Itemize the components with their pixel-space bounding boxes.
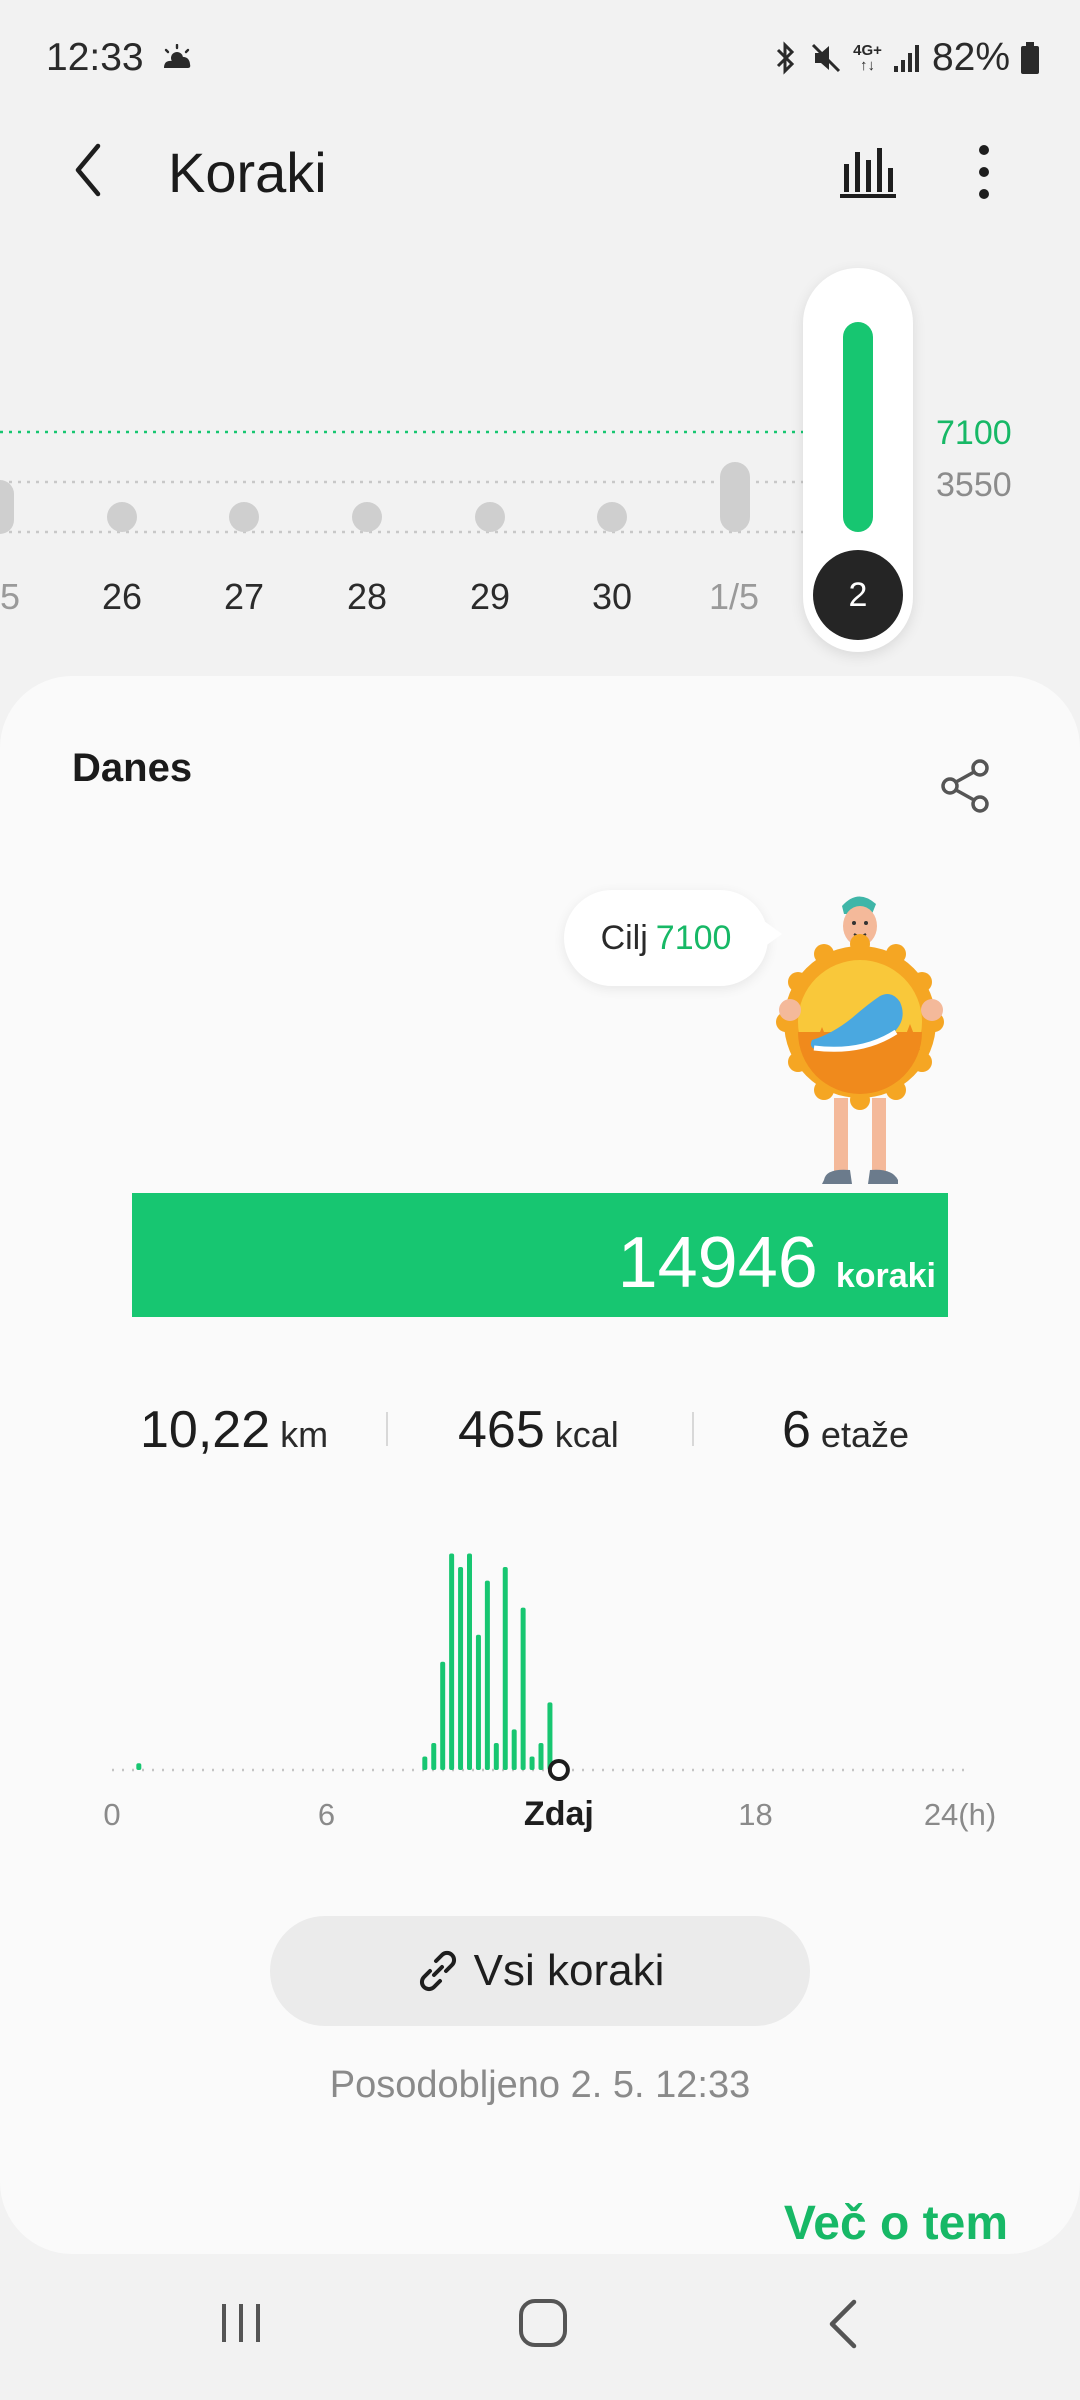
goal-line-label: 7100: [936, 414, 1012, 452]
day-label[interactable]: 27: [224, 576, 264, 618]
distance-value: 10,22: [140, 1401, 271, 1459]
home-button[interactable]: [516, 2296, 570, 2350]
chart-bar: [538, 1742, 544, 1770]
half-goal-line-label: 3550: [936, 466, 1012, 504]
calories-stat: 465 kcal: [458, 1400, 619, 1460]
selected-day-bar: [843, 322, 873, 532]
chart-bar: [502, 1567, 508, 1770]
distance-stat: 10,22 km: [140, 1400, 328, 1460]
share-icon: [941, 759, 989, 813]
goal-bubble: Cilj 7100: [564, 890, 768, 986]
chart-bar: [440, 1661, 446, 1770]
stat-divider: [692, 1412, 694, 1446]
now-marker: [547, 1759, 570, 1781]
chart-bar: [136, 1763, 142, 1770]
steps-value: 14946: [617, 1223, 818, 1303]
day-bar-1-5: [720, 462, 750, 532]
chart-tick-label: 6: [318, 1797, 335, 1832]
recent-apps-button[interactable]: [216, 2298, 266, 2348]
steps-unit: koraki: [835, 1257, 936, 1295]
goal-value: 7100: [655, 918, 732, 957]
chart-bar: [484, 1580, 490, 1770]
learn-more-link[interactable]: Več o tem: [784, 2196, 1008, 2251]
day-dot-27[interactable]: [229, 502, 259, 532]
all-steps-button[interactable]: Vsi koraki: [270, 1916, 810, 2026]
day-label[interactable]: 26: [102, 576, 142, 618]
day-label[interactable]: 30: [592, 576, 632, 618]
day-label[interactable]: 5: [0, 576, 20, 618]
chart-tick-label: 18: [738, 1797, 772, 1832]
chart-bar: [493, 1742, 499, 1770]
floors-unit: etaže: [820, 1414, 909, 1455]
chart-bar: [547, 1702, 553, 1770]
home-icon: [519, 2299, 567, 2347]
last-updated-text: Posodobljeno 2. 5. 12:33: [329, 2064, 751, 2106]
day-label[interactable]: 28: [347, 576, 387, 618]
nav-back-button[interactable]: [820, 2296, 870, 2352]
day-dot-29[interactable]: [475, 502, 505, 532]
day-dot-28[interactable]: [352, 502, 382, 532]
back-icon: [829, 2299, 857, 2349]
all-steps-label: Vsi koraki: [473, 1946, 665, 1995]
selected-day-label[interactable]: 2: [813, 550, 903, 640]
hourly-steps-chart: 0 6 Zdaj 18 24(h): [103, 1553, 996, 1833]
chart-bar: [449, 1553, 455, 1770]
day-dot-30[interactable]: [597, 502, 627, 532]
calories-value: 465: [458, 1401, 545, 1459]
steps-count: 14946 koraki: [618, 1222, 936, 1304]
chart-bar: [475, 1634, 481, 1770]
floors-stat: 6 etaže: [782, 1400, 909, 1460]
chart-bar: [422, 1756, 428, 1770]
chart-bar: [511, 1729, 517, 1770]
link-icon: [419, 1950, 456, 1992]
chart-bar: [529, 1756, 535, 1770]
chart-bar: [458, 1567, 464, 1770]
recent-apps-icon: [222, 2304, 260, 2342]
day-label[interactable]: 29: [470, 576, 510, 618]
chart-tick-label: 0: [103, 1797, 120, 1832]
goal-label: Cilj: [600, 918, 648, 957]
share-button[interactable]: [938, 756, 994, 816]
day-strip-lines: [0, 430, 805, 534]
day-dot-26[interactable]: [107, 502, 137, 532]
distance-unit: km: [280, 1414, 329, 1455]
floors-value: 6: [782, 1401, 811, 1459]
mascot-illustration: [772, 892, 952, 1190]
chart-bar: [520, 1607, 526, 1770]
chart-tick-label: Zdaj: [524, 1795, 594, 1833]
chart-tick-label: 24(h): [924, 1797, 996, 1832]
chart-bar: [467, 1553, 472, 1770]
day-label[interactable]: 1/5: [709, 576, 759, 618]
stat-divider: [386, 1412, 388, 1446]
calories-unit: kcal: [554, 1414, 619, 1455]
partial-day-bar: [0, 480, 14, 534]
chart-bar: [431, 1742, 437, 1770]
card-title: Danes: [72, 746, 193, 790]
